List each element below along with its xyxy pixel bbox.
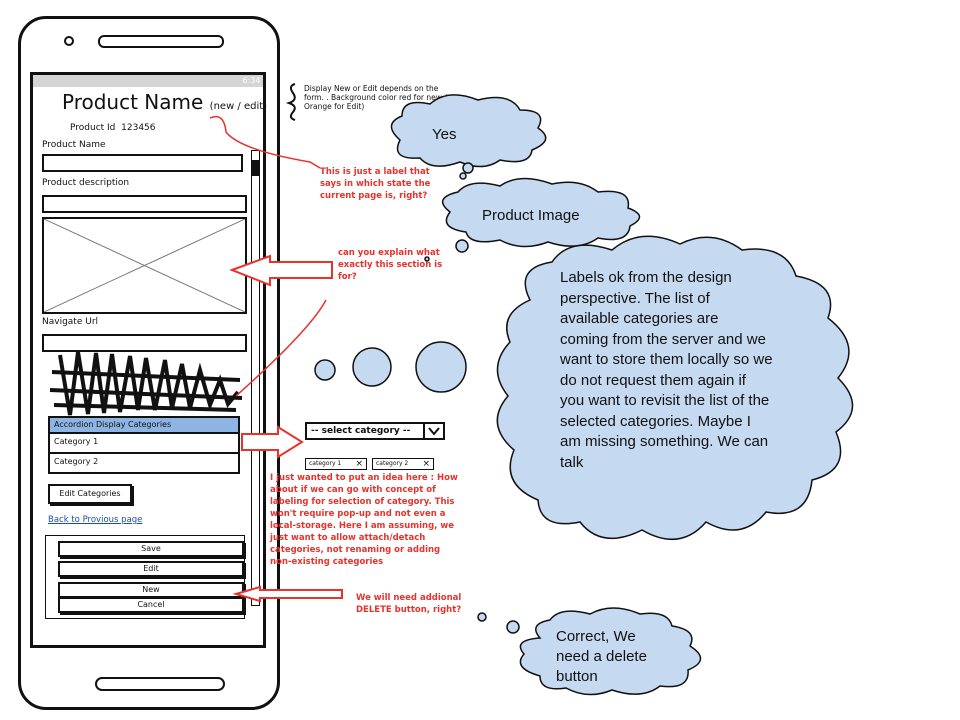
cloud-line: want to store them locally so we bbox=[560, 351, 773, 368]
cloud-line: button bbox=[556, 668, 598, 685]
cloud-line: coming from the server and we bbox=[560, 330, 766, 348]
cloud-line: Labels ok from the design bbox=[560, 269, 732, 286]
thought-clouds bbox=[314, 94, 854, 696]
cloud-yes-shape bbox=[390, 94, 547, 168]
cloud-line: you want to revisit the list of the bbox=[560, 392, 770, 409]
cloud-line: available categories are bbox=[560, 310, 719, 327]
cloud-line: selected categories. Maybe I bbox=[560, 412, 751, 430]
cloud-correct-text: Correct, We need a delete button bbox=[556, 627, 647, 687]
cloud-line: perspective. The list of bbox=[560, 289, 710, 307]
cloud-line: talk bbox=[560, 453, 584, 471]
cloud-line: Correct, We bbox=[556, 628, 636, 645]
cloud-line: need a delete bbox=[556, 648, 647, 665]
cloud-labels-text: Labels ok from the design perspective. T… bbox=[560, 268, 773, 473]
cloud-line: do not request them again if bbox=[560, 371, 746, 389]
cloud-product-image-text: Product Image bbox=[482, 207, 580, 224]
cloud-line: am missing something. We can bbox=[560, 433, 769, 450]
cloud-yes-text: Yes bbox=[432, 126, 457, 143]
